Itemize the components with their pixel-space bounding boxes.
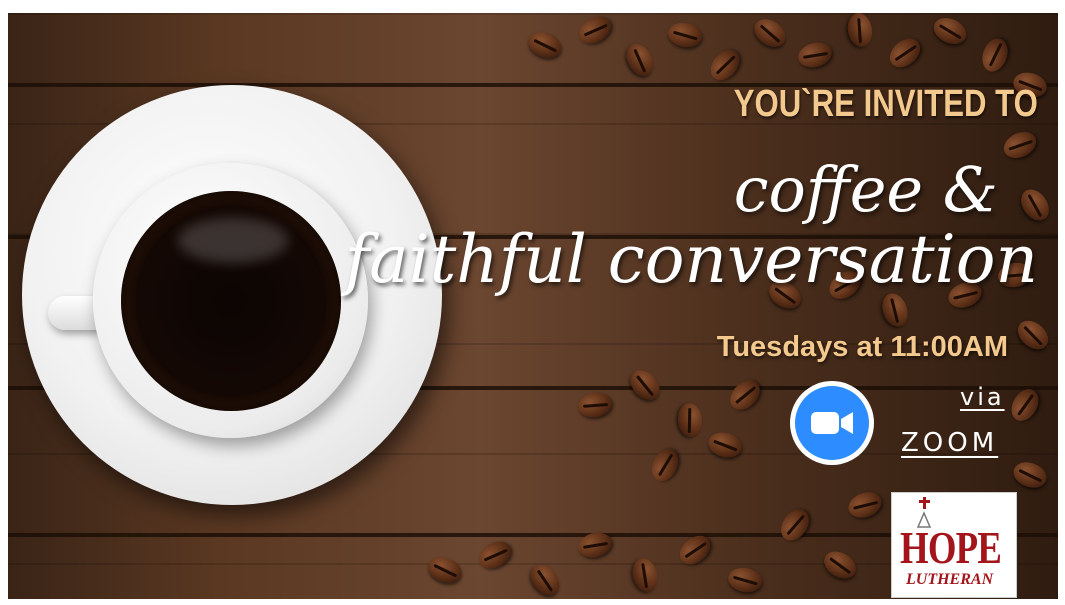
coffee-bean [1006,384,1044,426]
coffee-bean [1015,184,1055,226]
coffee-bean [705,429,745,461]
invitation-heading: YOU`RE INVITED TO [733,83,1038,125]
coffee-bean [704,44,746,86]
logo-wordmark: HOPE [900,522,1002,573]
coffee-bean [629,555,661,595]
coffee-bean [795,39,835,71]
logo-subtitle: LUTHERAN [906,571,994,588]
coffee-bean [524,27,566,63]
coffee-bean [1012,314,1054,356]
coffee-bean [576,390,614,420]
coffee-bean [724,374,766,416]
coffee-bean [844,487,886,523]
coffee-bean [621,39,659,81]
event-schedule: Tuesdays at 11:00AM [716,331,1008,363]
coffee-reflection [178,218,288,263]
zoom-video-camera-icon [790,381,874,465]
invitation-graphic: YOU`RE INVITED TO coffee & faithful conv… [8,13,1058,599]
coffee-bean [977,34,1013,76]
hope-lutheran-logo: HOPE LUTHERAN [891,492,1017,598]
event-title-line1: coffee & [733,153,998,226]
coffee-bean [524,559,566,599]
coffee-bean [884,32,926,74]
coffee-bean [999,126,1041,164]
event-title-line2: faithful conversation [344,221,1038,298]
coffee-bean [726,565,764,595]
coffee-bean [424,552,466,588]
coffee-bean [474,536,516,574]
platform-label: ZOOM [901,428,999,458]
via-label: via [960,383,1005,411]
coffee-bean [666,20,704,50]
coffee-bean [624,364,666,406]
coffee-bean [775,504,815,546]
coffee-bean [749,13,791,53]
coffee-bean [1009,457,1051,493]
coffee-bean [646,444,684,486]
coffee-bean [845,13,875,49]
coffee-bean [929,13,971,50]
coffee-bean [676,402,704,438]
coffee-bean [819,546,861,584]
coffee-bean [574,13,616,49]
